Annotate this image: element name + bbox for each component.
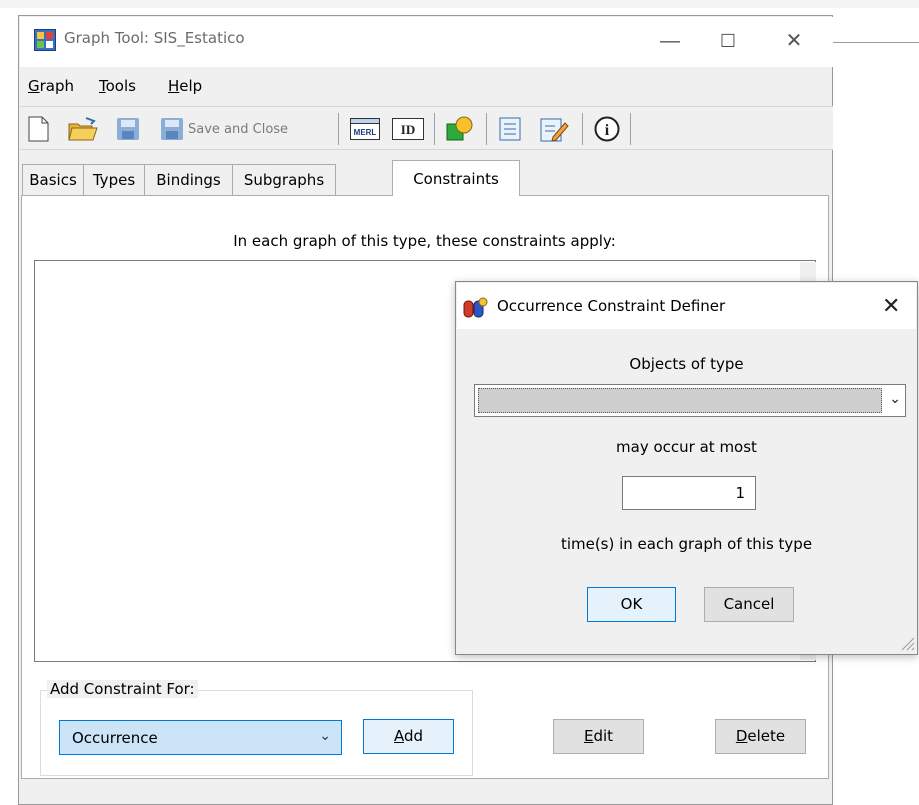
id-text: ID (401, 122, 415, 137)
merl-text: MERL (354, 128, 377, 137)
constraint-definer-app-icon (463, 297, 488, 318)
chevron-down-icon: ⌄ (889, 390, 901, 406)
edit-button[interactable]: Edit (553, 719, 644, 754)
object-types-icon[interactable] (446, 114, 474, 144)
window-title: Graph Tool: SIS_Estatico (64, 29, 245, 47)
add-rest: dd (403, 727, 424, 745)
delete-rest: elete (747, 727, 786, 745)
open-folder-icon[interactable] (68, 114, 98, 144)
object-type-value (478, 388, 882, 413)
dialog-close-button[interactable]: ✕ (882, 293, 900, 319)
times-label: time(s) in each graph of this type (560, 535, 813, 553)
menu-graph[interactable]: Graph (28, 77, 74, 95)
tab-basics[interactable]: Basics (22, 164, 84, 196)
add-accel: A (393, 727, 404, 745)
menu-help-rest: elp (179, 77, 203, 95)
save-and-close-button[interactable]: Save and Close (160, 114, 288, 144)
toolbar-separator (486, 113, 487, 145)
menu-bar: Graph Tools Help (20, 69, 833, 99)
dialog-title-bar[interactable]: Occurrence Constraint Definer ✕ (457, 283, 916, 329)
edit-rest: dit (593, 727, 614, 745)
toolbar-separator (582, 113, 583, 145)
toolbar-separator (338, 113, 339, 145)
id-icon[interactable]: ID (392, 114, 424, 144)
menu-tools[interactable]: Tools (99, 77, 136, 95)
occurrence-constraint-dialog: Occurrence Constraint Definer ✕ Objects … (455, 281, 918, 655)
tab-constraints[interactable]: Constraints (392, 160, 520, 196)
save-and-close-icon (161, 118, 183, 140)
cancel-button[interactable]: Cancel (704, 587, 794, 622)
menu-graph-rest: raph (39, 77, 75, 95)
tab-types[interactable]: Types (83, 164, 145, 196)
may-occur-label: may occur at most (616, 438, 757, 456)
menu-tools-accel: T (99, 77, 106, 95)
save-icon[interactable] (116, 114, 140, 144)
occurrence-count-input[interactable]: 1 (622, 476, 756, 510)
maximize-button[interactable]: ☐ (705, 21, 751, 61)
chevron-down-icon: ⌄ (319, 727, 331, 743)
delete-accel: D (735, 727, 748, 745)
info-icon[interactable]: i (594, 114, 620, 144)
info-text: i (605, 122, 610, 139)
add-button[interactable]: Add (363, 719, 454, 754)
menu-tools-rest: ools (105, 77, 136, 95)
constraints-heading: In each graph of this type, these constr… (233, 232, 616, 250)
edit-icon[interactable] (540, 114, 570, 144)
menu-graph-accel: G (28, 77, 40, 95)
tab-bindings[interactable]: Bindings (144, 164, 233, 196)
dialog-title: Occurrence Constraint Definer (497, 297, 726, 315)
resize-grip-icon[interactable] (899, 635, 915, 651)
save-and-close-label: Save and Close (188, 121, 289, 137)
objects-of-type-label: Objects of type (629, 355, 744, 373)
merl-icon[interactable]: MERL (350, 114, 380, 144)
title-bar[interactable]: Graph Tool: SIS_Estatico — ☐ ✕ (20, 17, 833, 67)
delete-button[interactable]: Delete (715, 719, 806, 754)
toolbar: Save and Close MERL ID i (20, 106, 833, 150)
toolbar-separator (630, 113, 631, 145)
constraint-type-value: Occurrence (72, 729, 158, 747)
graph-tool-app-icon (34, 29, 56, 51)
menu-help-accel: H (168, 77, 180, 95)
menu-help[interactable]: Help (168, 77, 202, 95)
constraint-type-select[interactable]: Occurrence ⌄ (59, 720, 342, 755)
background-divider (833, 42, 919, 43)
toolbar-separator (434, 113, 435, 145)
background-app-strip (0, 0, 919, 8)
tab-subgraphs[interactable]: Subgraphs (232, 164, 336, 196)
close-button[interactable]: ✕ (771, 21, 817, 61)
new-file-icon[interactable] (28, 114, 50, 144)
add-constraint-label: Add Constraint For: (47, 680, 198, 698)
object-type-select[interactable]: ⌄ (474, 384, 906, 417)
list-icon[interactable] (499, 114, 521, 144)
ok-button[interactable]: OK (587, 587, 676, 622)
minimize-button[interactable]: — (647, 21, 693, 61)
